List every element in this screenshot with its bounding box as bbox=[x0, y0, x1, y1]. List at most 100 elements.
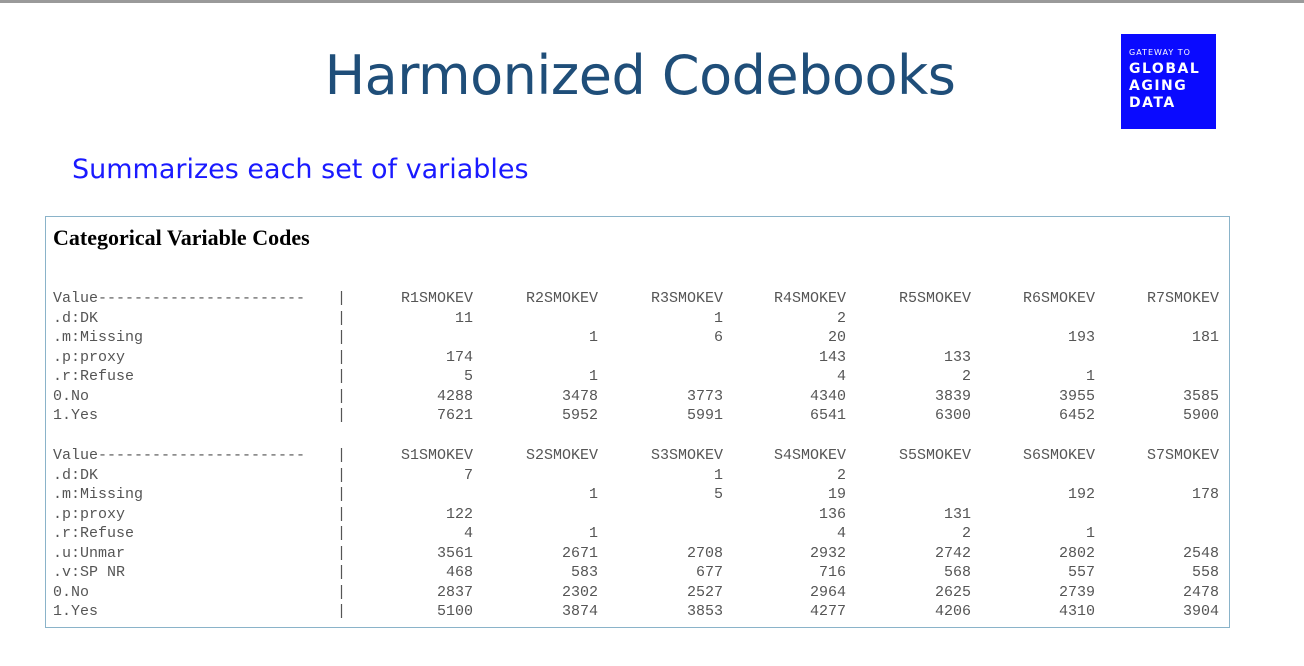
table-cell: 1 bbox=[1085, 368, 1095, 385]
table-cell: 193 bbox=[1067, 329, 1095, 346]
row-label: .d:DK bbox=[53, 309, 99, 327]
table-cell: 3585 bbox=[1182, 387, 1219, 405]
table-cell: 4340 bbox=[809, 387, 846, 405]
column-separator: | bbox=[337, 544, 347, 562]
table-cell: 4288 bbox=[436, 387, 473, 405]
table-cell: 181 bbox=[1191, 329, 1219, 346]
table-cell: 131 bbox=[943, 505, 971, 523]
table-cell: 2742 bbox=[934, 544, 971, 562]
column-header: S3SMOKEV bbox=[650, 447, 723, 464]
table-cell: 3561 bbox=[436, 544, 473, 562]
column-separator: | bbox=[337, 407, 347, 424]
table-cell: 2671 bbox=[561, 544, 598, 562]
table-cell: 1 bbox=[588, 486, 598, 503]
table-cell: 4206 bbox=[934, 603, 971, 620]
row-label: 1.Yes bbox=[53, 603, 99, 620]
table-cell: 1 bbox=[588, 368, 598, 385]
table-cell: 4 bbox=[836, 368, 846, 385]
column-header: R4SMOKEV bbox=[773, 290, 846, 307]
table-cell: 3839 bbox=[934, 387, 971, 405]
column-header: S4SMOKEV bbox=[773, 447, 846, 464]
table-cell: 136 bbox=[818, 505, 846, 523]
column-separator: | bbox=[337, 368, 347, 385]
column-header: S6SMOKEV bbox=[1022, 447, 1095, 464]
table-cell: 133 bbox=[943, 348, 971, 366]
table-cell: 3853 bbox=[686, 603, 723, 620]
row-label: .u:Unmar bbox=[53, 544, 126, 562]
table-cell: 3773 bbox=[686, 387, 723, 405]
table-cell: 3874 bbox=[561, 603, 598, 620]
table-cell: 2964 bbox=[809, 583, 846, 601]
table-cell: 174 bbox=[445, 348, 473, 366]
row-label: .r:Refuse bbox=[53, 368, 135, 385]
table-cell: 2802 bbox=[1058, 544, 1095, 562]
row-label: .m:Missing bbox=[53, 329, 144, 346]
table-cell: 1 bbox=[588, 329, 598, 346]
row-label: .p:proxy bbox=[53, 348, 126, 366]
table-cell: 2739 bbox=[1058, 583, 1095, 601]
slide-subtitle: Summarizes each set of variables bbox=[72, 154, 529, 185]
table-cell: 122 bbox=[445, 505, 473, 523]
column-header: R7SMOKEV bbox=[1146, 290, 1219, 307]
table-cell: 11 bbox=[454, 309, 473, 327]
table-cell: 6 bbox=[713, 329, 723, 346]
column-separator: | bbox=[337, 583, 347, 601]
table-cell: 6541 bbox=[809, 407, 846, 424]
column-header: R6SMOKEV bbox=[1022, 290, 1095, 307]
row-label: .p:proxy bbox=[53, 505, 126, 523]
table-cell: 4 bbox=[463, 525, 473, 542]
gateway-logo: GATEWAY TO GLOBAL AGING DATA bbox=[1121, 34, 1216, 129]
table-cell: 2837 bbox=[436, 583, 473, 601]
table-cell: 3478 bbox=[561, 387, 598, 405]
table-cell: 2302 bbox=[561, 583, 598, 601]
column-separator: | bbox=[337, 329, 347, 346]
column-separator: | bbox=[337, 603, 347, 620]
column-separator: | bbox=[337, 290, 347, 307]
column-separator: | bbox=[337, 348, 347, 366]
table-cell: 4310 bbox=[1058, 603, 1095, 620]
table-cell: 468 bbox=[445, 564, 473, 581]
table-cell: 3904 bbox=[1182, 603, 1219, 620]
table-cell: 2 bbox=[961, 368, 971, 385]
column-separator: | bbox=[337, 486, 347, 503]
logo-line-aging: AGING bbox=[1129, 78, 1188, 94]
table-cell: 2 bbox=[836, 466, 846, 484]
table-cell: 4277 bbox=[809, 603, 846, 620]
logo-small-text: GATEWAY TO bbox=[1129, 48, 1191, 57]
table-cell: 5 bbox=[463, 368, 473, 385]
table-cell: 583 bbox=[570, 564, 598, 581]
logo-line-data: DATA bbox=[1129, 95, 1176, 111]
logo-line-global: GLOBAL bbox=[1129, 61, 1201, 77]
table-cell: 19 bbox=[827, 486, 846, 503]
table-cell: 5100 bbox=[436, 603, 473, 620]
table-cell: 1 bbox=[588, 525, 598, 542]
row-label: 0.No bbox=[53, 583, 90, 601]
table-cell: 6300 bbox=[934, 407, 971, 424]
table-cell: 2 bbox=[961, 525, 971, 542]
row-label: .v:SP NR bbox=[53, 564, 126, 581]
column-separator: | bbox=[337, 466, 347, 484]
table-cell: 2478 bbox=[1182, 583, 1219, 601]
row-label: Value----------------------- bbox=[53, 447, 306, 464]
row-label: .r:Refuse bbox=[53, 525, 135, 542]
table-cell: 558 bbox=[1191, 564, 1219, 581]
table-cell: 677 bbox=[695, 564, 723, 581]
column-separator: | bbox=[337, 387, 347, 405]
row-label: Value----------------------- bbox=[53, 290, 306, 307]
table-cell: 143 bbox=[818, 348, 846, 366]
row-label: .m:Missing bbox=[53, 486, 144, 503]
table-cell: 568 bbox=[943, 564, 971, 581]
column-header: R2SMOKEV bbox=[525, 290, 598, 307]
table-cell: 5900 bbox=[1182, 407, 1219, 424]
column-header: S7SMOKEV bbox=[1146, 447, 1219, 464]
table-cell: 6452 bbox=[1058, 407, 1095, 424]
codebook-title: Categorical Variable Codes bbox=[53, 225, 310, 250]
table-cell: 2 bbox=[836, 309, 846, 327]
table-cell: 2708 bbox=[686, 544, 723, 562]
table-cell: 20 bbox=[827, 329, 846, 346]
table-cell: 1 bbox=[1085, 525, 1095, 542]
column-separator: | bbox=[337, 525, 347, 542]
column-separator: | bbox=[337, 309, 347, 327]
table-cell: 1 bbox=[713, 309, 723, 327]
column-header: R1SMOKEV bbox=[400, 290, 473, 307]
